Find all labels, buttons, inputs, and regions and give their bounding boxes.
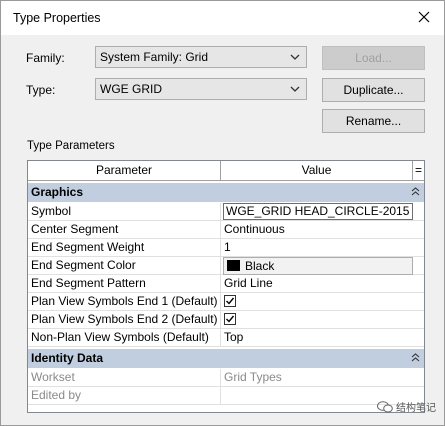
table-row[interactable]: Workset Grid Types — [28, 369, 424, 387]
value-non-plan-view-symbols[interactable]: Top — [221, 329, 413, 347]
close-button[interactable] — [404, 1, 444, 33]
checkmark-icon — [226, 315, 235, 323]
table-row[interactable]: Symbol WGE_GRID HEAD_CIRCLE-2015 : — [28, 203, 424, 221]
value-end-segment-color[interactable]: Black — [223, 257, 413, 275]
dialog-title: Type Properties — [13, 11, 101, 25]
chevron-down-icon — [290, 86, 300, 92]
table-row[interactable]: Edited by — [28, 387, 424, 405]
end-2-checkbox[interactable] — [224, 313, 236, 325]
table-row[interactable]: Non-Plan View Symbols (Default) Top — [28, 329, 424, 347]
value-center-segment[interactable]: Continuous — [221, 221, 413, 239]
type-parameters-label: Type Parameters — [27, 140, 115, 152]
value-workset: Grid Types — [224, 370, 282, 384]
group-graphics[interactable]: Graphics — [28, 183, 424, 202]
param-edited-by: Edited by — [28, 387, 221, 405]
chat-icon — [377, 400, 393, 412]
group-label: Graphics — [31, 185, 84, 199]
value-end-segment-weight[interactable]: 1 — [221, 239, 413, 257]
param-end-segment-color: End Segment Color — [28, 257, 221, 275]
param-workset: Workset — [28, 369, 221, 387]
table-row[interactable]: End Segment Weight 1 — [28, 239, 424, 257]
param-end-segment-weight: End Segment Weight — [28, 239, 221, 257]
type-dropdown[interactable]: WGE GRID — [95, 78, 307, 100]
group-label: Identity Data — [31, 351, 104, 365]
title-bar: Type Properties — [1, 1, 444, 35]
checkmark-icon — [226, 297, 235, 305]
watermark-text: 结构笔记 — [396, 403, 436, 414]
end-1-checkbox[interactable] — [224, 295, 236, 307]
type-value: WGE GRID — [100, 82, 162, 96]
value-end-segment-pattern[interactable]: Grid Line — [221, 275, 413, 293]
watermark: 结构笔记 — [377, 399, 436, 414]
family-label: Family: — [26, 51, 65, 65]
collapse-icon[interactable] — [411, 187, 420, 196]
duplicate-button[interactable]: Duplicate... — [322, 78, 425, 102]
rename-button[interactable]: Rename... — [322, 109, 425, 133]
value-plan-view-symbols-end-1 — [221, 293, 413, 311]
type-label: Type: — [26, 83, 56, 97]
table-row[interactable]: Center Segment Continuous — [28, 221, 424, 239]
param-end-segment-pattern: End Segment Pattern — [28, 275, 221, 293]
table-row[interactable]: End Segment Pattern Grid Line — [28, 275, 424, 293]
type-parameters-table: Parameter Value = Graphics Symbol WGE_GR… — [27, 160, 425, 413]
color-swatch — [227, 260, 240, 271]
family-value: System Family: Grid — [100, 50, 209, 64]
param-non-plan-view-symbols: Non-Plan View Symbols (Default) — [28, 329, 221, 347]
param-center-segment: Center Segment — [28, 221, 221, 239]
group-identity-data[interactable]: Identity Data — [28, 349, 424, 368]
formula-column-header[interactable]: = — [413, 161, 424, 181]
close-icon — [418, 11, 430, 23]
table-row[interactable]: Plan View Symbols End 1 (Default) — [28, 293, 424, 311]
table-row[interactable]: End Segment Color Black — [28, 257, 424, 275]
load-button[interactable]: Load... — [322, 46, 425, 70]
table-row[interactable]: Plan View Symbols End 2 (Default) — [28, 311, 424, 329]
param-plan-view-symbols-end-1: Plan View Symbols End 1 (Default) — [28, 293, 221, 311]
table-header: Parameter Value = — [28, 161, 424, 181]
collapse-icon[interactable] — [411, 353, 420, 362]
param-plan-view-symbols-end-2: Plan View Symbols End 2 (Default) — [28, 311, 221, 329]
param-symbol: Symbol — [28, 203, 221, 221]
family-dropdown[interactable]: System Family: Grid — [95, 46, 307, 68]
value-column-header[interactable]: Value — [221, 161, 413, 181]
chevron-down-icon — [290, 54, 300, 60]
parameter-column-header[interactable]: Parameter — [28, 161, 221, 181]
type-properties-dialog: Type Properties Family: System Family: G… — [0, 0, 445, 426]
value-plan-view-symbols-end-2 — [221, 311, 413, 329]
value-symbol[interactable]: WGE_GRID HEAD_CIRCLE-2015 : — [223, 203, 413, 220]
color-name: Black — [245, 259, 275, 273]
